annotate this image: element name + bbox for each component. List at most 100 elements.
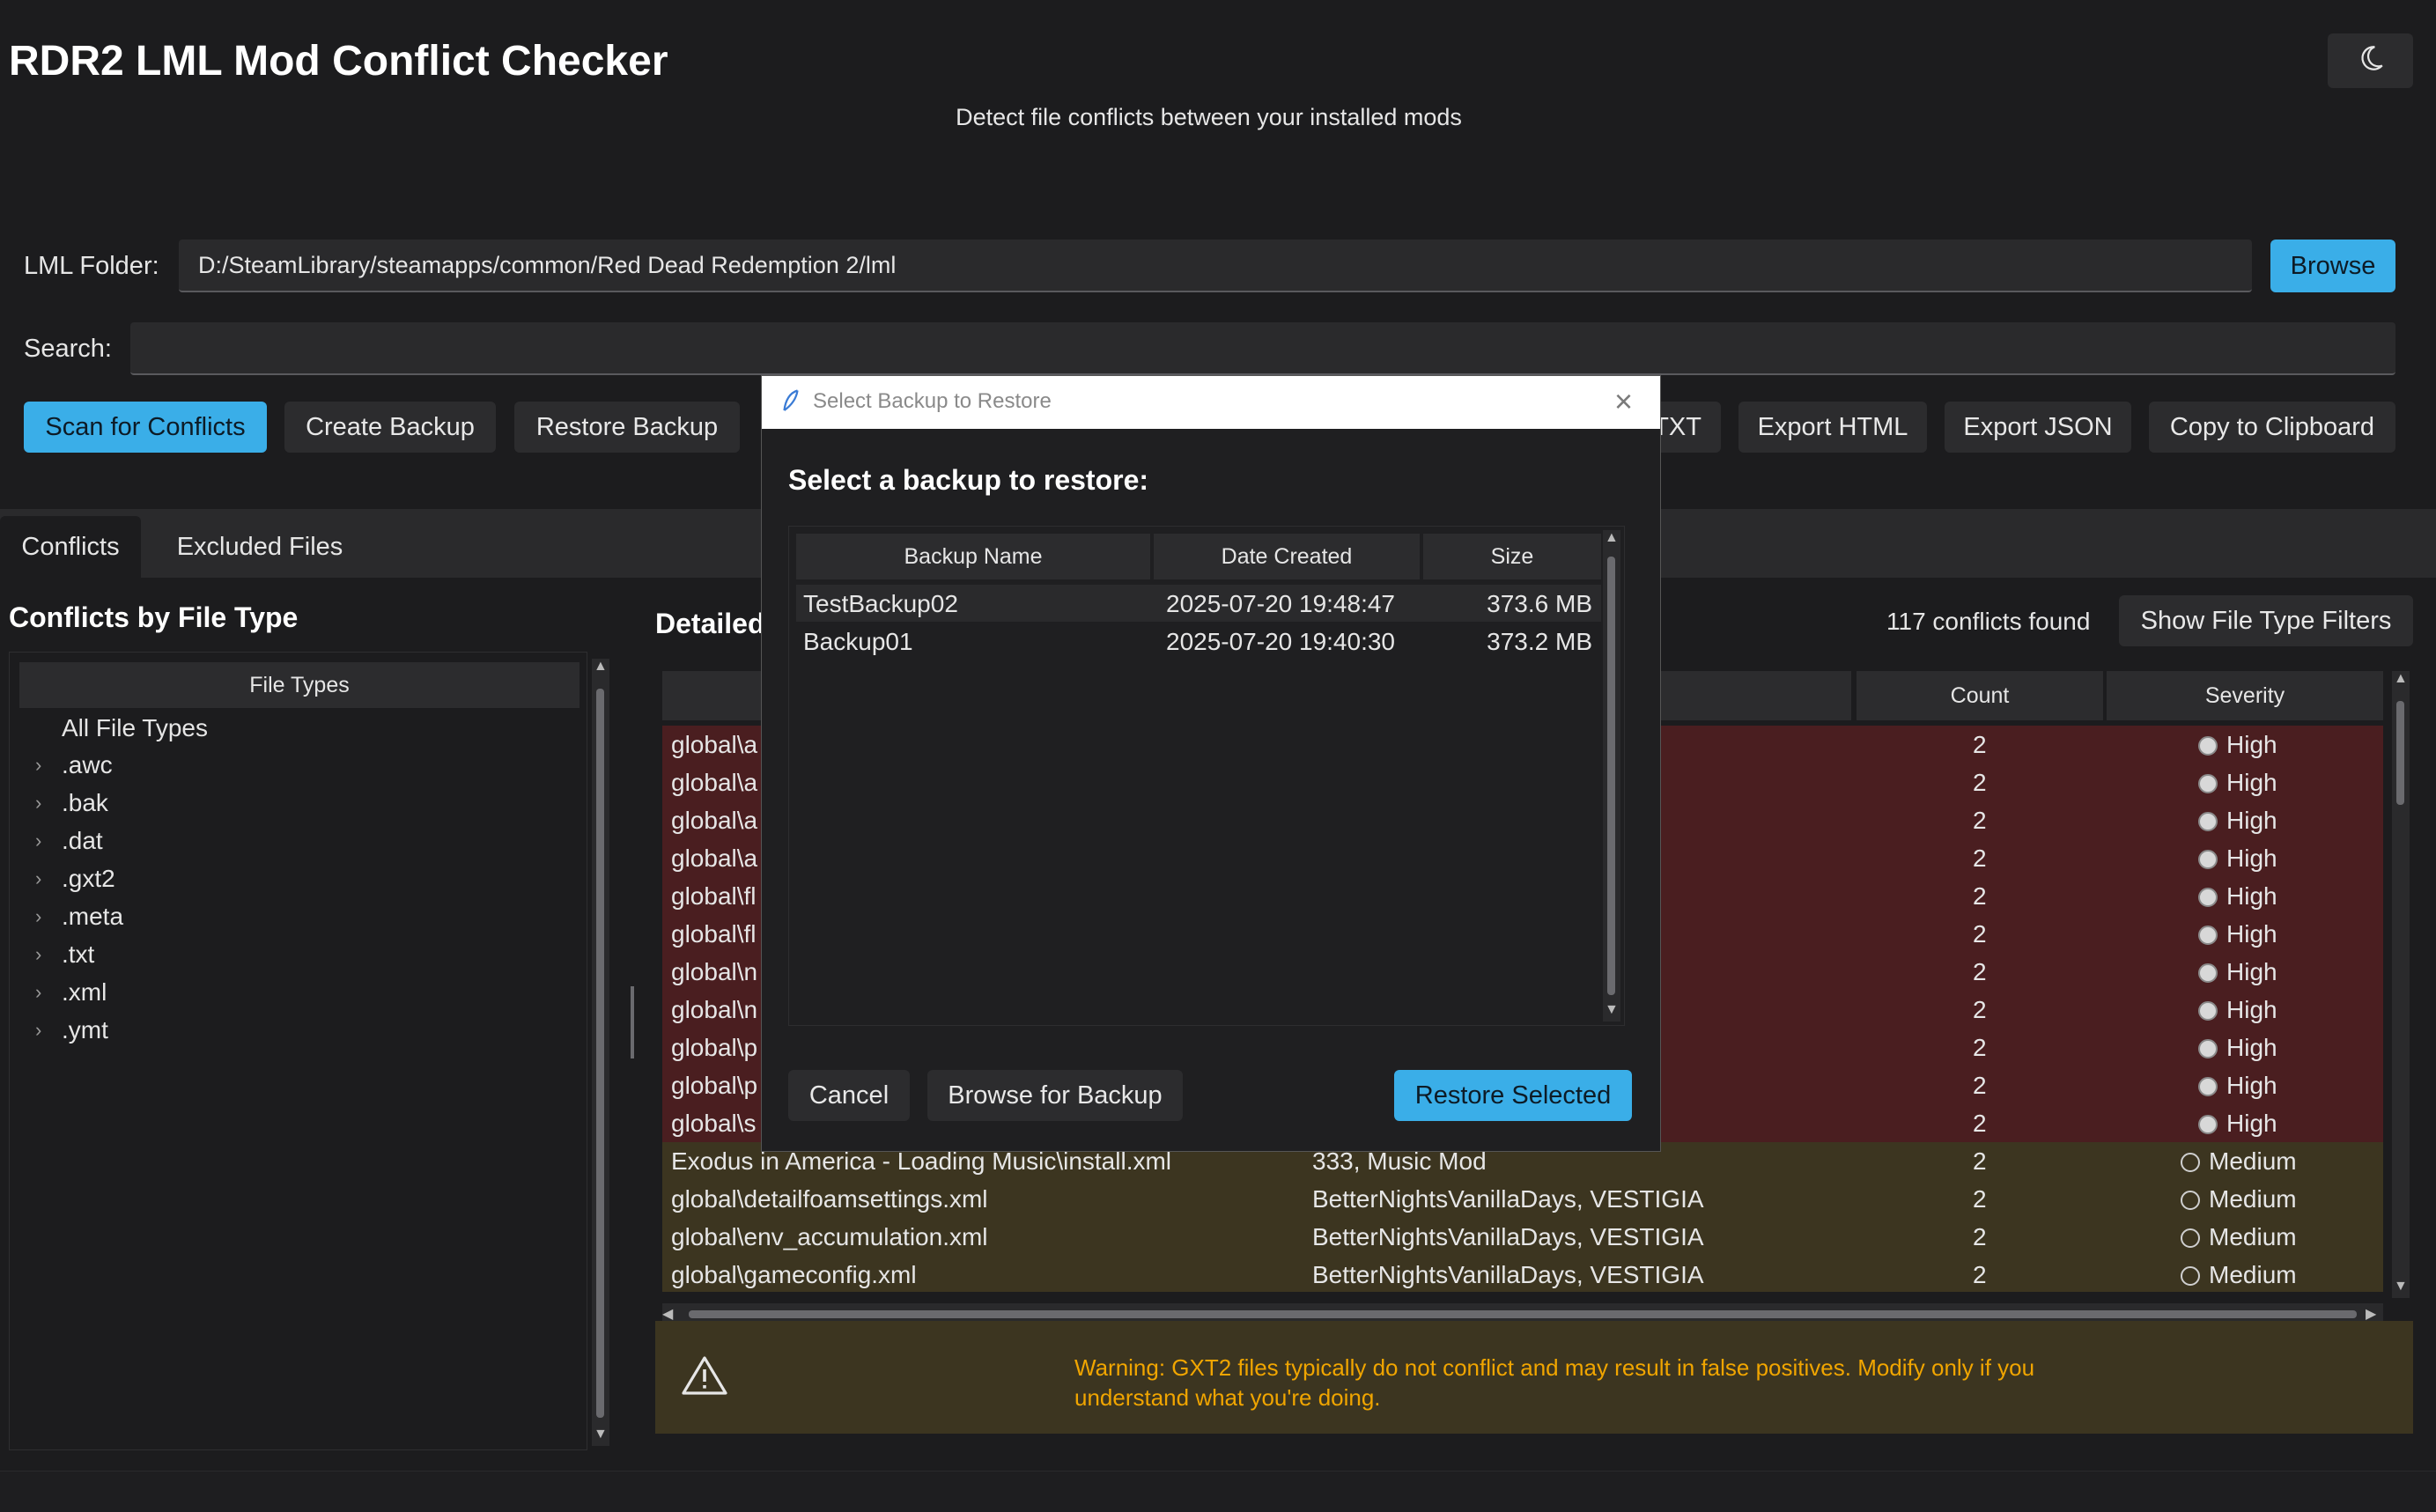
app-title: RDR2 LML Mod Conflict Checker (9, 38, 668, 85)
restore-backup-button[interactable]: Restore Backup (514, 402, 740, 453)
row-count: 2 (1973, 807, 1987, 834)
tree-scroll-thumb[interactable] (596, 689, 604, 1418)
scroll-down-icon[interactable]: ▼ (594, 1427, 608, 1442)
table-scroll-down-icon[interactable]: ▼ (2394, 1279, 2408, 1294)
column-header-backup-name[interactable]: Backup Name (796, 534, 1150, 579)
row-file: global\n (671, 996, 758, 1023)
tree-item-label: .xml (62, 978, 107, 1006)
table-row[interactable]: global\gameconfig.xml BetterNightsVanilla… (662, 1256, 2383, 1292)
cancel-button[interactable]: Cancel (788, 1070, 910, 1121)
column-header-count[interactable]: Count (1857, 671, 2103, 720)
backup-list: Backup Name Date Created Size TestBackup… (788, 526, 1625, 1026)
tree-item-file-type[interactable]: › .bak (35, 785, 108, 822)
severity-dot-icon (2198, 1001, 2218, 1021)
row-severity: Medium (2181, 1185, 2297, 1213)
backup-row[interactable]: TestBackup02 2025-07-20 19:48:47 373.6 MB (796, 585, 1601, 622)
scan-for-conflicts-button[interactable]: Scan for Conflicts (24, 402, 267, 453)
column-header-size[interactable]: Size (1423, 534, 1601, 579)
chevron-right-icon[interactable]: › (35, 981, 62, 1004)
tree-item-label: .txt (62, 940, 95, 968)
tree-item-file-type[interactable]: › .meta (35, 898, 123, 935)
severity-dot-icon (2181, 1266, 2200, 1286)
table-row[interactable]: global\env_accumulation.xml BetterNightsV… (662, 1218, 2383, 1256)
row-count: 2 (1973, 845, 1987, 872)
row-count: 2 (1973, 1261, 1987, 1288)
browse-button[interactable]: Browse (2270, 240, 2395, 292)
copy-to-clipboard-button[interactable]: Copy to Clipboard (2149, 402, 2395, 453)
row-file: global\gameconfig.xml (671, 1261, 917, 1288)
table-scroll-up-icon[interactable]: ▲ (2394, 671, 2408, 687)
column-header-date-created[interactable]: Date Created (1154, 534, 1420, 579)
tree-scrollbar[interactable]: ▲ ▼ (592, 659, 609, 1446)
tab-excluded-files[interactable]: Excluded Files (159, 516, 361, 578)
chevron-right-icon[interactable]: › (35, 792, 62, 815)
chevron-right-icon[interactable]: › (35, 1019, 62, 1042)
lml-folder-input[interactable]: D:/SteamLibrary/steamapps/common/Red Dea… (179, 240, 2252, 292)
row-count: 2 (1973, 1034, 1987, 1061)
detailed-conflicts-title: Detailed (655, 608, 765, 639)
table-row[interactable]: global\detailfoamsettings.xml BetterNight… (662, 1180, 2383, 1218)
row-file: global\p (671, 1034, 758, 1061)
tree-item-all[interactable]: All File Types (62, 710, 208, 747)
app-subtitle: Detect file conflicts between your insta… (956, 104, 1462, 130)
row-count: 2 (1973, 769, 1987, 796)
backup-scroll-down-icon[interactable]: ▼ (1605, 1002, 1619, 1018)
row-severity: Medium (2181, 1147, 2297, 1176)
chevron-right-icon[interactable]: › (35, 867, 62, 890)
splitter-handle[interactable] (631, 986, 634, 1058)
backup-list-scrollbar[interactable]: ▲ ▼ (1603, 530, 1620, 1022)
tab-conflicts[interactable]: Conflicts (0, 516, 141, 578)
close-icon[interactable]: × (1614, 383, 1633, 420)
severity-dot-icon (2198, 812, 2218, 831)
tree-item-label: .ymt (62, 1016, 108, 1044)
backup-row[interactable]: Backup01 2025-07-20 19:40:30 373.2 MB (796, 623, 1601, 660)
theme-toggle-button[interactable] (2328, 33, 2413, 88)
create-backup-button[interactable]: Create Backup (284, 402, 496, 453)
feather-icon (779, 388, 802, 421)
scroll-up-icon[interactable]: ▲ (594, 659, 608, 675)
browse-for-backup-button[interactable]: Browse for Backup (927, 1070, 1183, 1121)
row-file: global\fl (671, 882, 757, 910)
severity-dot-icon (2181, 1191, 2200, 1210)
export-html-button[interactable]: Export HTML (1738, 402, 1927, 453)
chevron-right-icon[interactable]: › (35, 943, 62, 966)
backup-scroll-up-icon[interactable]: ▲ (1605, 530, 1619, 546)
show-file-type-filters-button[interactable]: Show File Type Filters (2119, 595, 2413, 646)
tree-item-file-type[interactable]: › .ymt (35, 1012, 108, 1049)
row-severity: High (2198, 845, 2277, 873)
chevron-right-icon[interactable]: › (35, 905, 62, 928)
column-header-severity[interactable]: Severity (2107, 671, 2383, 720)
row-file: global\env_accumulation.xml (671, 1223, 988, 1250)
chevron-right-icon[interactable]: › (35, 830, 62, 852)
severity-dot-icon (2198, 963, 2218, 983)
table-scroll-thumb[interactable] (2396, 701, 2404, 805)
status-bar (0, 1471, 2436, 1512)
warning-text: Warning: GXT2 files typically do not con… (1074, 1354, 2035, 1411)
moon-icon (2356, 43, 2386, 79)
tree-item-file-type[interactable]: › .gxt2 (35, 860, 115, 897)
search-input[interactable] (130, 322, 2395, 375)
dialog-title: Select Backup to Restore (813, 389, 1052, 413)
severity-dot-icon (2198, 1115, 2218, 1134)
tree-item-file-type[interactable]: › .awc (35, 747, 113, 784)
tree-item-file-type[interactable]: › .xml (35, 974, 107, 1011)
backup-scroll-thumb[interactable] (1607, 557, 1615, 995)
tree-item-file-type[interactable]: › .dat (35, 822, 103, 859)
tree-item-file-type[interactable]: › .txt (35, 936, 94, 973)
row-count: 2 (1973, 920, 1987, 948)
row-count: 2 (1973, 1110, 1987, 1137)
chevron-right-icon[interactable]: › (35, 754, 62, 777)
row-file: global\a (671, 731, 758, 758)
scroll-left-icon[interactable]: ◀ (662, 1305, 673, 1323)
warning-icon (682, 1354, 727, 1403)
row-count: 2 (1973, 996, 1987, 1023)
scroll-right-icon[interactable]: ▶ (2366, 1305, 2376, 1323)
table-hscroll-thumb[interactable] (689, 1310, 2357, 1318)
table-vertical-scrollbar[interactable]: ▲ ▼ (2392, 671, 2410, 1298)
row-file: global\n (671, 958, 758, 985)
export-json-button[interactable]: Export JSON (1945, 402, 2131, 453)
row-file: global\s (671, 1110, 757, 1137)
severity-dot-icon (2181, 1228, 2200, 1248)
row-severity: High (2198, 731, 2277, 759)
restore-selected-button[interactable]: Restore Selected (1394, 1070, 1632, 1121)
